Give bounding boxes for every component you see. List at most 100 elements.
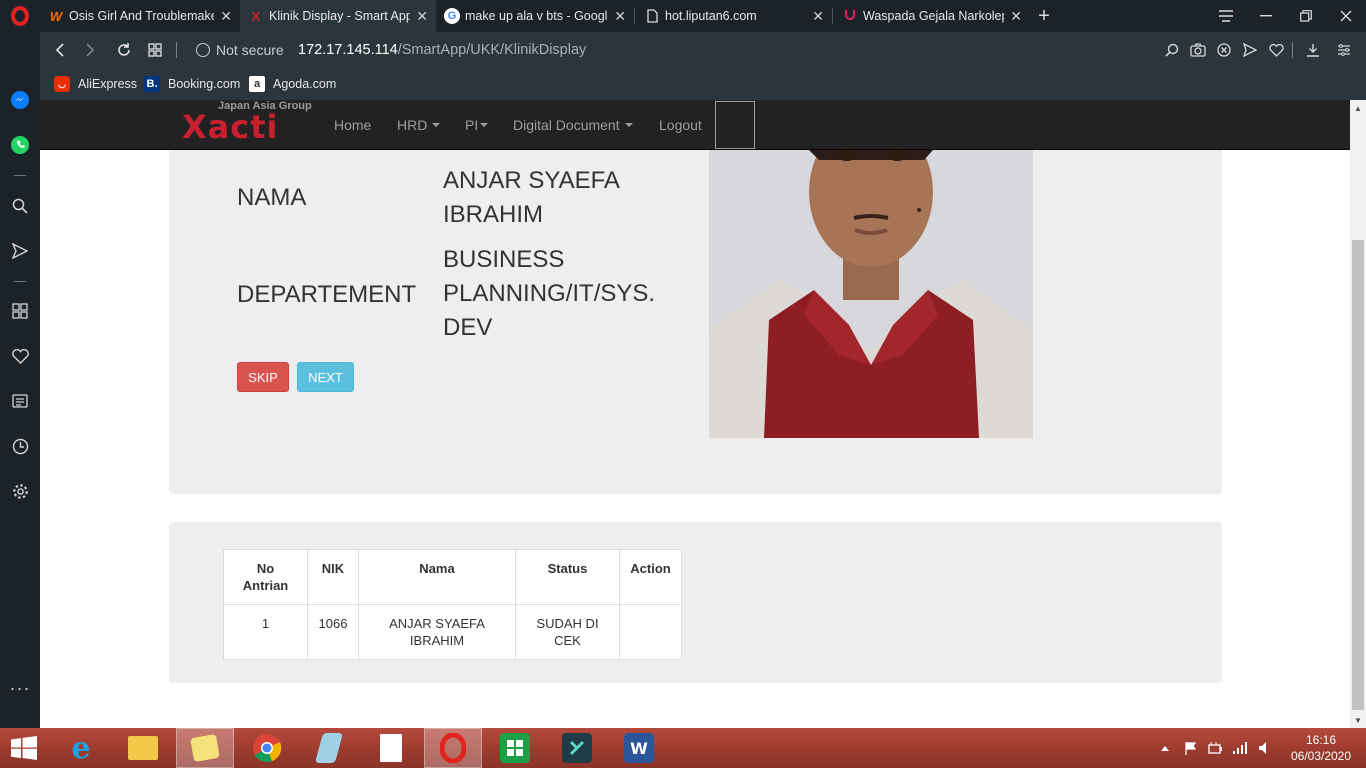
news-icon[interactable] xyxy=(8,389,32,413)
close-icon[interactable]: ✕ xyxy=(812,8,824,25)
browser-tab-5[interactable]: Waspada Gejala Narkolepsi ✕ xyxy=(834,0,1030,32)
close-icon[interactable]: ✕ xyxy=(416,8,428,25)
caret-down-icon xyxy=(432,123,441,127)
whatsapp-icon[interactable] xyxy=(8,133,32,157)
column-header: NIK xyxy=(307,549,359,605)
heart-icon[interactable] xyxy=(1264,32,1288,68)
clock-date: 06/03/2020 xyxy=(1290,749,1352,763)
column-header: No Antrian xyxy=(223,549,308,605)
signal-icon[interactable] xyxy=(1232,728,1248,768)
patient-photo xyxy=(709,150,1033,438)
start-button[interactable] xyxy=(10,736,38,760)
history-icon[interactable] xyxy=(8,434,32,458)
browser-tab-3[interactable]: G make up ala v bts - Google ✕ xyxy=(436,0,634,32)
taskbar-word[interactable]: W xyxy=(610,728,668,768)
url-field[interactable]: 172.17.145.114/SmartApp/UKK/KlinikDispla… xyxy=(298,32,586,68)
more-icon[interactable]: ··· xyxy=(8,676,32,700)
nav-home[interactable]: Home xyxy=(334,100,371,150)
nav-digital-document-dropdown[interactable]: Digital Document xyxy=(513,100,633,150)
table-cell-nik: 1066 xyxy=(307,604,359,660)
search-icon[interactable] xyxy=(8,194,32,218)
bookmark-booking[interactable]: B. Booking.com xyxy=(144,68,240,100)
scroll-down-arrow-icon[interactable]: ▼ xyxy=(1350,712,1366,728)
bookmark-label: AliExpress xyxy=(78,77,138,91)
header-no-antrian: No Antrian xyxy=(242,561,289,593)
next-button[interactable]: NEXT xyxy=(297,362,354,392)
taskbar-file-explorer[interactable] xyxy=(114,728,172,768)
close-icon[interactable]: ✕ xyxy=(1010,8,1022,25)
skip-button[interactable]: SKIP xyxy=(237,362,289,392)
taskbar-opera[interactable] xyxy=(424,728,482,768)
easy-setup-icon[interactable] xyxy=(1332,32,1356,68)
table-cell-no-antrian: 1 xyxy=(223,604,308,660)
bookmark-label: Booking.com xyxy=(168,77,241,91)
speed-dial-icon[interactable] xyxy=(141,32,169,68)
column-header: Action xyxy=(619,549,682,605)
show-hidden-icons[interactable] xyxy=(1160,728,1170,768)
sidebar-divider xyxy=(14,281,26,282)
security-indicator[interactable]: Not secure xyxy=(196,32,284,68)
nav-hrd-dropdown[interactable]: HRD xyxy=(397,100,441,150)
taskbar-filmora[interactable] xyxy=(548,728,606,768)
taskbar-store[interactable] xyxy=(486,728,544,768)
close-window-button[interactable] xyxy=(1326,0,1366,32)
adblock-icon[interactable] xyxy=(1212,32,1236,68)
send-icon[interactable] xyxy=(1238,32,1262,68)
nav-toggle-box[interactable] xyxy=(715,101,755,149)
camera-icon[interactable] xyxy=(1186,32,1210,68)
reload-button[interactable] xyxy=(110,32,138,68)
site-navbar: Japan Asia Group Xacti Home HRD PI Digit… xyxy=(40,100,1350,150)
bookmark-aliexpress[interactable]: ◡ AliExpress xyxy=(54,68,137,100)
restore-button[interactable] xyxy=(1286,0,1326,32)
browser-tab-2[interactable]: X Klinik Display - Smart App ✕ xyxy=(240,0,436,32)
opera-menu-button[interactable] xyxy=(0,0,40,32)
taskbar-internet-explorer[interactable]: e xyxy=(52,728,110,768)
taskbar-clock[interactable]: 16:16 06/03/2020 xyxy=(1286,732,1356,764)
cell-nama-text: ANJAR SYAEFA IBRAHIM xyxy=(389,616,485,648)
nav-logout[interactable]: Logout xyxy=(659,100,702,150)
download-icon[interactable] xyxy=(1301,32,1325,68)
nav-pi-dropdown[interactable]: PI xyxy=(465,100,489,150)
taskbar-chrome[interactable] xyxy=(238,728,296,768)
scroll-up-arrow-icon[interactable]: ▲ xyxy=(1350,100,1366,116)
send-icon[interactable] xyxy=(8,239,32,263)
flag-icon[interactable] xyxy=(1184,728,1198,768)
messenger-icon[interactable] xyxy=(8,88,32,112)
speed-dial-icon[interactable] xyxy=(8,299,32,323)
brand-logo[interactable]: Japan Asia Group Xacti xyxy=(182,100,322,150)
taskbar-snipping-tool[interactable] xyxy=(300,728,358,768)
power-icon[interactable] xyxy=(1208,728,1224,768)
taskbar-notepad[interactable] xyxy=(362,728,420,768)
close-icon[interactable]: ✕ xyxy=(220,8,232,25)
minimize-button[interactable] xyxy=(1246,0,1286,32)
globe-icon xyxy=(196,43,210,57)
table-cell-action[interactable] xyxy=(619,604,682,660)
address-divider xyxy=(176,42,177,58)
nav-logout-label: Logout xyxy=(659,117,702,133)
new-tab-button[interactable]: + xyxy=(1034,0,1054,32)
address-divider xyxy=(1292,42,1293,58)
address-bar: Not secure 172.17.145.114/SmartApp/UKK/K… xyxy=(40,32,1366,68)
bookmarks-bar: ◡ AliExpress B. Booking.com a Agoda.com xyxy=(40,68,1366,100)
tab-menu-icon[interactable] xyxy=(1206,0,1246,32)
browser-tab-strip: W Osis Girl And Troublemaker ✕ X Klinik … xyxy=(0,0,1366,32)
queue-table: No Antrian NIK Nama Status Action 1 1066… xyxy=(223,549,682,660)
browser-tab-4[interactable]: hot.liputan6.com ✕ xyxy=(636,0,832,32)
table-cell-nama: ANJAR SYAEFA IBRAHIM xyxy=(358,604,516,660)
browser-tab-1[interactable]: W Osis Girl And Troublemaker ✕ xyxy=(40,0,240,32)
search-icon[interactable] xyxy=(1160,32,1184,68)
caret-down-icon xyxy=(480,123,489,127)
volume-icon[interactable] xyxy=(1258,728,1272,768)
taskbar-sticky-notes[interactable] xyxy=(176,728,234,768)
column-header: Nama xyxy=(358,549,516,605)
settings-gear-icon[interactable] xyxy=(8,479,32,503)
back-button[interactable] xyxy=(46,32,74,68)
bookmark-agoda[interactable]: a Agoda.com xyxy=(249,68,336,100)
stethoscope-icon xyxy=(842,8,858,24)
scrollbar-thumb[interactable] xyxy=(1352,240,1364,710)
heart-icon[interactable] xyxy=(8,344,32,368)
forward-button[interactable] xyxy=(76,32,104,68)
close-icon[interactable]: ✕ xyxy=(614,8,626,25)
xacti-icon: X xyxy=(251,8,261,24)
word-icon: W xyxy=(624,733,654,763)
